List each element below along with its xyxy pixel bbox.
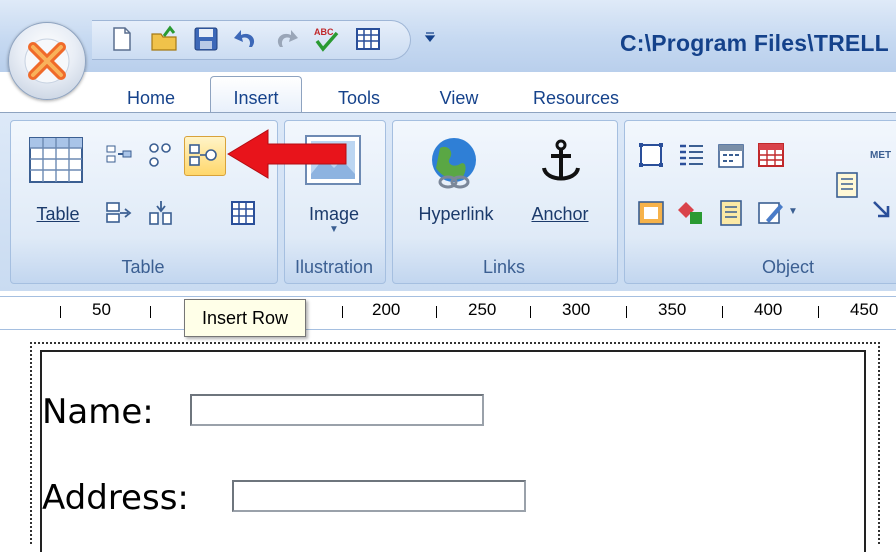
insert-cell-icon[interactable] bbox=[146, 140, 176, 170]
form-frame-icon[interactable] bbox=[636, 140, 666, 170]
chevron-down-icon bbox=[424, 32, 436, 42]
tab-tools[interactable]: Tools bbox=[324, 82, 394, 114]
spellcheck-icon[interactable]: ABC bbox=[312, 25, 340, 53]
red-arrow-annotation bbox=[227, 129, 347, 179]
svg-text:ABC: ABC bbox=[314, 27, 334, 37]
ruler-tick bbox=[818, 306, 819, 318]
image-button-label: Image bbox=[308, 204, 360, 224]
insert-row-icon bbox=[189, 144, 217, 166]
tab-view[interactable]: View bbox=[424, 82, 494, 114]
shapes-icon[interactable] bbox=[676, 198, 706, 228]
image-button[interactable]: Image ▼ bbox=[294, 204, 374, 235]
save-icon[interactable] bbox=[192, 25, 220, 53]
ruler-tick bbox=[530, 306, 531, 318]
tab-resources[interactable]: Resources bbox=[520, 82, 632, 114]
edit-pencil-icon[interactable] bbox=[756, 198, 786, 228]
ruler-tick bbox=[626, 306, 627, 318]
name-field[interactable] bbox=[190, 394, 484, 426]
meta-label: MET bbox=[870, 150, 892, 161]
table-grid-icon bbox=[29, 137, 83, 183]
open-folder-icon[interactable] bbox=[150, 25, 178, 53]
dropdown-arrow-icon: ▼ bbox=[329, 224, 339, 235]
office-button[interactable] bbox=[8, 22, 86, 100]
ruler-label: 350 bbox=[658, 300, 687, 319]
undo-icon[interactable] bbox=[232, 25, 260, 53]
table-icon[interactable] bbox=[354, 25, 382, 53]
office-logo-icon bbox=[24, 38, 70, 84]
object-group-label: Object bbox=[761, 257, 814, 277]
arrow-down-right-icon[interactable] bbox=[868, 196, 896, 226]
new-document-icon[interactable] bbox=[108, 25, 136, 53]
ruler-label: 450 bbox=[850, 300, 879, 319]
tab-insert[interactable]: Insert bbox=[210, 76, 302, 113]
chevron-down-icon[interactable]: ▼ bbox=[788, 206, 798, 217]
qat-customize-button[interactable] bbox=[424, 28, 436, 49]
table-properties-icon[interactable] bbox=[228, 198, 258, 228]
note-icon[interactable] bbox=[716, 198, 746, 228]
globe-link-icon bbox=[432, 138, 476, 189]
ruler-label: 400 bbox=[754, 300, 783, 319]
anchor-icon bbox=[542, 139, 580, 181]
table-group-label: Table bbox=[121, 257, 165, 277]
illustration-group-label: Ilustration bbox=[294, 257, 374, 277]
ruler-label: 50 bbox=[92, 300, 111, 319]
list-icon[interactable] bbox=[676, 140, 706, 170]
hyperlink-button[interactable]: Hyperlink bbox=[408, 204, 504, 225]
merge-cell-icon[interactable] bbox=[146, 198, 176, 228]
form-table bbox=[40, 350, 866, 552]
ruler-tick bbox=[150, 306, 151, 318]
ruler-tick bbox=[722, 306, 723, 318]
anchor-button-label: Anchor bbox=[531, 204, 589, 224]
insert-row-tooltip: Insert Row bbox=[184, 299, 306, 337]
table-button[interactable]: Table bbox=[32, 204, 84, 225]
table-button-label: Table bbox=[36, 204, 80, 224]
links-group-label: Links bbox=[482, 257, 526, 277]
name-label: Name: bbox=[42, 392, 154, 432]
insert-column-icon[interactable] bbox=[104, 140, 134, 170]
image-frame-icon[interactable] bbox=[636, 198, 666, 228]
redo-icon[interactable] bbox=[272, 25, 300, 53]
split-cell-icon[interactable] bbox=[104, 198, 134, 228]
ruler-label: 200 bbox=[372, 300, 401, 319]
window-title: C:\Program Files\TRELL bbox=[620, 30, 889, 56]
document-lines-icon[interactable] bbox=[832, 170, 862, 200]
ruler-tick bbox=[342, 306, 343, 318]
tab-home[interactable]: Home bbox=[116, 82, 186, 114]
hyperlink-button-label: Hyperlink bbox=[418, 204, 494, 224]
ruler-tick bbox=[436, 306, 437, 318]
address-label: Address: bbox=[42, 478, 189, 518]
ruler-label: 300 bbox=[562, 300, 591, 319]
calendar-icon[interactable] bbox=[716, 140, 746, 170]
ruler-tick bbox=[60, 306, 61, 318]
table-red-icon[interactable] bbox=[756, 140, 786, 170]
ruler-label: 250 bbox=[468, 300, 497, 319]
anchor-button[interactable]: Anchor bbox=[520, 204, 600, 225]
address-field[interactable] bbox=[232, 480, 526, 512]
